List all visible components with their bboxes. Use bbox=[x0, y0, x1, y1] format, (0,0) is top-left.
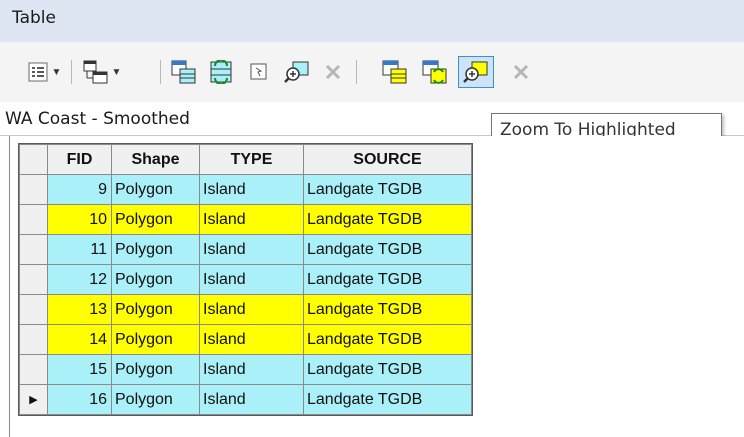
table-options-button[interactable]: ▼ bbox=[22, 56, 66, 88]
select-by-attributes-button[interactable] bbox=[167, 56, 201, 88]
delete-highlighted-icon bbox=[513, 64, 529, 80]
toolbar-separator bbox=[160, 60, 161, 84]
column-header-source[interactable]: SOURCE bbox=[303, 144, 472, 175]
cell-fid[interactable]: 13 bbox=[47, 294, 112, 325]
attribute-table: FID Shape TYPE SOURCE 9 Polygon Island Land… bbox=[19, 144, 472, 415]
clear-selection-button[interactable] bbox=[244, 56, 274, 88]
table-row[interactable]: 15 Polygon Island Landgate TGDB bbox=[19, 354, 472, 385]
zoom-to-selected-icon bbox=[284, 61, 309, 83]
cell-fid[interactable]: 10 bbox=[47, 204, 112, 235]
table-view: FID Shape TYPE SOURCE 9 Polygon Island Land… bbox=[9, 136, 744, 437]
cell-shape[interactable]: Polygon bbox=[111, 294, 200, 325]
row-selector[interactable] bbox=[19, 294, 48, 325]
table-row[interactable]: 9 Polygon Island Landgate TGDB bbox=[19, 174, 472, 205]
window-title: Table bbox=[12, 8, 56, 28]
highlight-icon bbox=[382, 60, 407, 84]
cell-fid[interactable]: 9 bbox=[47, 174, 112, 205]
related-tables-icon bbox=[83, 60, 108, 84]
select-by-attributes-icon bbox=[171, 60, 196, 84]
cell-shape[interactable]: Polygon bbox=[111, 174, 200, 205]
cell-shape[interactable]: Polygon bbox=[111, 234, 200, 265]
table-toolbar: ▼ ▼ bbox=[0, 42, 744, 102]
column-header-fid[interactable]: FID bbox=[47, 144, 112, 175]
cell-type[interactable]: Island bbox=[199, 384, 304, 415]
window-title-bar: Table bbox=[0, 0, 744, 42]
column-header-type[interactable]: TYPE bbox=[199, 144, 304, 175]
table-options-icon bbox=[28, 62, 48, 82]
chevron-down-icon: ▼ bbox=[51, 66, 62, 78]
row-selector[interactable] bbox=[19, 354, 48, 385]
cell-shape[interactable]: Polygon bbox=[111, 384, 200, 415]
cell-shape[interactable]: Polygon bbox=[111, 324, 200, 355]
cell-source[interactable]: Landgate TGDB bbox=[303, 354, 472, 385]
delete-highlighted-button[interactable] bbox=[506, 56, 536, 88]
cell-source[interactable]: Landgate TGDB bbox=[303, 384, 472, 415]
clear-selection-icon bbox=[250, 63, 267, 80]
table-row[interactable]: 13 Polygon Island Landgate TGDB bbox=[19, 294, 472, 325]
chevron-down-icon: ▼ bbox=[111, 66, 122, 78]
cell-fid[interactable]: 16 bbox=[47, 384, 112, 415]
table-row[interactable]: ▶ 16 Polygon Island Landgate TGDB bbox=[19, 384, 472, 415]
delete-selected-icon bbox=[325, 64, 341, 80]
related-tables-button[interactable]: ▼ bbox=[76, 56, 128, 88]
cell-type[interactable]: Island bbox=[199, 324, 304, 355]
cell-type[interactable]: Island bbox=[199, 174, 304, 205]
cell-fid[interactable]: 11 bbox=[47, 234, 112, 265]
row-selector[interactable] bbox=[19, 174, 48, 205]
row-selector-header[interactable] bbox=[19, 144, 48, 175]
row-selector[interactable] bbox=[19, 204, 48, 235]
toolbar-separator bbox=[356, 60, 357, 84]
cell-shape[interactable]: Polygon bbox=[111, 264, 200, 295]
table-body: 9 Polygon Island Landgate TGDB 10 Polygon Isla… bbox=[19, 174, 472, 415]
column-header-shape[interactable]: Shape bbox=[111, 144, 200, 175]
cell-fid[interactable]: 15 bbox=[47, 354, 112, 385]
zoom-to-highlighted-button[interactable] bbox=[458, 56, 494, 88]
cell-type[interactable]: Island bbox=[199, 294, 304, 325]
current-row-arrow-icon: ▶ bbox=[29, 394, 38, 406]
switch-selection-icon bbox=[210, 60, 232, 84]
cell-type[interactable]: Island bbox=[199, 354, 304, 385]
cell-type[interactable]: Island bbox=[199, 234, 304, 265]
cell-type[interactable]: Island bbox=[199, 264, 304, 295]
table-row[interactable]: 11 Polygon Island Landgate TGDB bbox=[19, 234, 472, 265]
highlight-button[interactable] bbox=[378, 56, 412, 88]
tab-wa-coast-smoothed[interactable]: WA Coast - Smoothed bbox=[5, 109, 190, 129]
switch-highlight-button[interactable] bbox=[418, 56, 452, 88]
cell-source[interactable]: Landgate TGDB bbox=[303, 264, 472, 295]
delete-selected-button[interactable] bbox=[318, 56, 348, 88]
attribute-grid-frame: FID Shape TYPE SOURCE 9 Polygon Island Land… bbox=[18, 143, 473, 416]
table-row[interactable]: 12 Polygon Island Landgate TGDB bbox=[19, 264, 472, 295]
cell-fid[interactable]: 14 bbox=[47, 324, 112, 355]
switch-selection-button[interactable] bbox=[205, 56, 239, 88]
row-selector[interactable] bbox=[19, 324, 48, 355]
toolbar-separator bbox=[71, 60, 72, 84]
switch-highlight-icon bbox=[422, 60, 447, 84]
cell-fid[interactable]: 12 bbox=[47, 264, 112, 295]
cell-shape[interactable]: Polygon bbox=[111, 204, 200, 235]
table-row[interactable]: 14 Polygon Island Landgate TGDB bbox=[19, 324, 472, 355]
cell-source[interactable]: Landgate TGDB bbox=[303, 324, 472, 355]
cell-type[interactable]: Island bbox=[199, 204, 304, 235]
cell-source[interactable]: Landgate TGDB bbox=[303, 234, 472, 265]
cell-source[interactable]: Landgate TGDB bbox=[303, 294, 472, 325]
row-selector[interactable] bbox=[19, 264, 48, 295]
row-selector[interactable] bbox=[19, 234, 48, 265]
header-row: FID Shape TYPE SOURCE bbox=[19, 144, 472, 175]
cell-shape[interactable]: Polygon bbox=[111, 354, 200, 385]
row-selector[interactable]: ▶ bbox=[19, 384, 48, 415]
cell-source[interactable]: Landgate TGDB bbox=[303, 174, 472, 205]
table-row[interactable]: 10 Polygon Island Landgate TGDB bbox=[19, 204, 472, 235]
cell-source[interactable]: Landgate TGDB bbox=[303, 204, 472, 235]
zoom-to-selected-button[interactable] bbox=[280, 56, 314, 88]
zoom-to-highlighted-icon bbox=[463, 61, 488, 83]
